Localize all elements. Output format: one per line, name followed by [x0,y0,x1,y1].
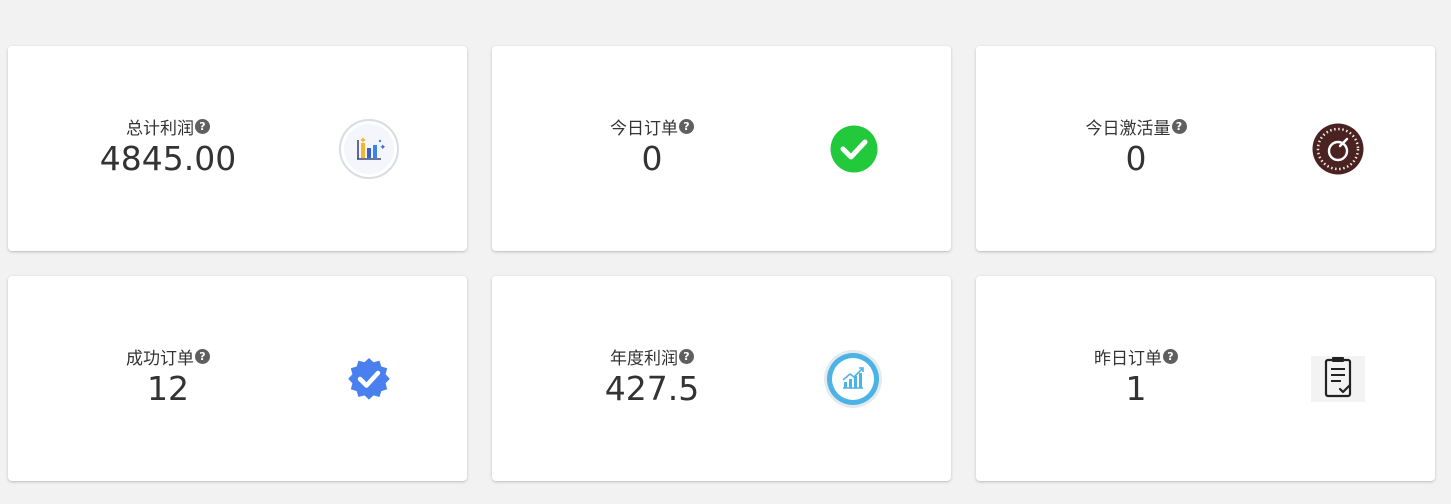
stat-label: 总计利润 [126,119,194,139]
stat-value: 4845.00 [99,139,237,178]
power-gauge-icon [1307,118,1369,180]
stat-block: 昨日订单 ? 1 [976,348,1296,408]
stat-label-row: 年度利润 ? [610,348,694,370]
clipboard-check-icon [1307,348,1369,410]
stat-label-row: 总计利润 ? [126,118,210,140]
stat-card-successful-orders: 成功订单 ? 12 [8,276,467,481]
help-icon[interactable]: ? [195,348,210,364]
bar-chart-icon [338,118,400,180]
stat-label-row: 成功订单 ? [126,348,210,370]
stat-block: 年度利润 ? 427.5 [492,348,812,408]
growth-chart-icon [822,348,884,410]
stat-block: 总计利润 ? 4845.00 [8,118,328,178]
help-icon[interactable]: ? [1163,348,1178,364]
stats-grid: 总计利润 ? 4845.00 今日订单 ? 0 今日激活量 ? 0 成功订单 ?… [8,46,1435,481]
stat-value: 1 [1125,369,1147,408]
stat-value: 12 [147,369,189,408]
stat-card-today-orders: 今日订单 ? 0 [492,46,951,251]
stat-card-total-profit: 总计利润 ? 4845.00 [8,46,467,251]
help-icon[interactable]: ? [195,118,210,134]
stat-value: 427.5 [604,369,700,408]
stat-card-yesterday-orders: 昨日订单 ? 1 [976,276,1435,481]
stat-label: 今日激活量 [1085,119,1171,139]
stat-block: 今日订单 ? 0 [492,118,812,178]
stat-label-row: 昨日订单 ? [1094,348,1178,370]
help-icon[interactable]: ? [679,348,694,364]
help-icon[interactable]: ? [679,118,694,134]
stat-block: 今日激活量 ? 0 [976,118,1296,178]
stat-label: 成功订单 [126,349,194,369]
stat-card-today-activations: 今日激活量 ? 0 [976,46,1435,251]
stat-value: 0 [1125,139,1147,178]
stat-card-annual-profit: 年度利润 ? 427.5 [492,276,951,481]
help-icon[interactable]: ? [1171,118,1187,134]
stat-value: 0 [641,139,663,178]
stat-label: 年度利润 [610,349,678,369]
stat-label: 昨日订单 [1094,349,1162,369]
verified-badge-icon [338,348,400,410]
check-circle-icon [823,118,885,180]
stat-label: 今日订单 [610,119,678,139]
stat-label-row: 今日订单 ? [610,118,694,140]
stat-block: 成功订单 ? 12 [8,348,328,408]
stat-label-row: 今日激活量 ? [1086,118,1187,140]
